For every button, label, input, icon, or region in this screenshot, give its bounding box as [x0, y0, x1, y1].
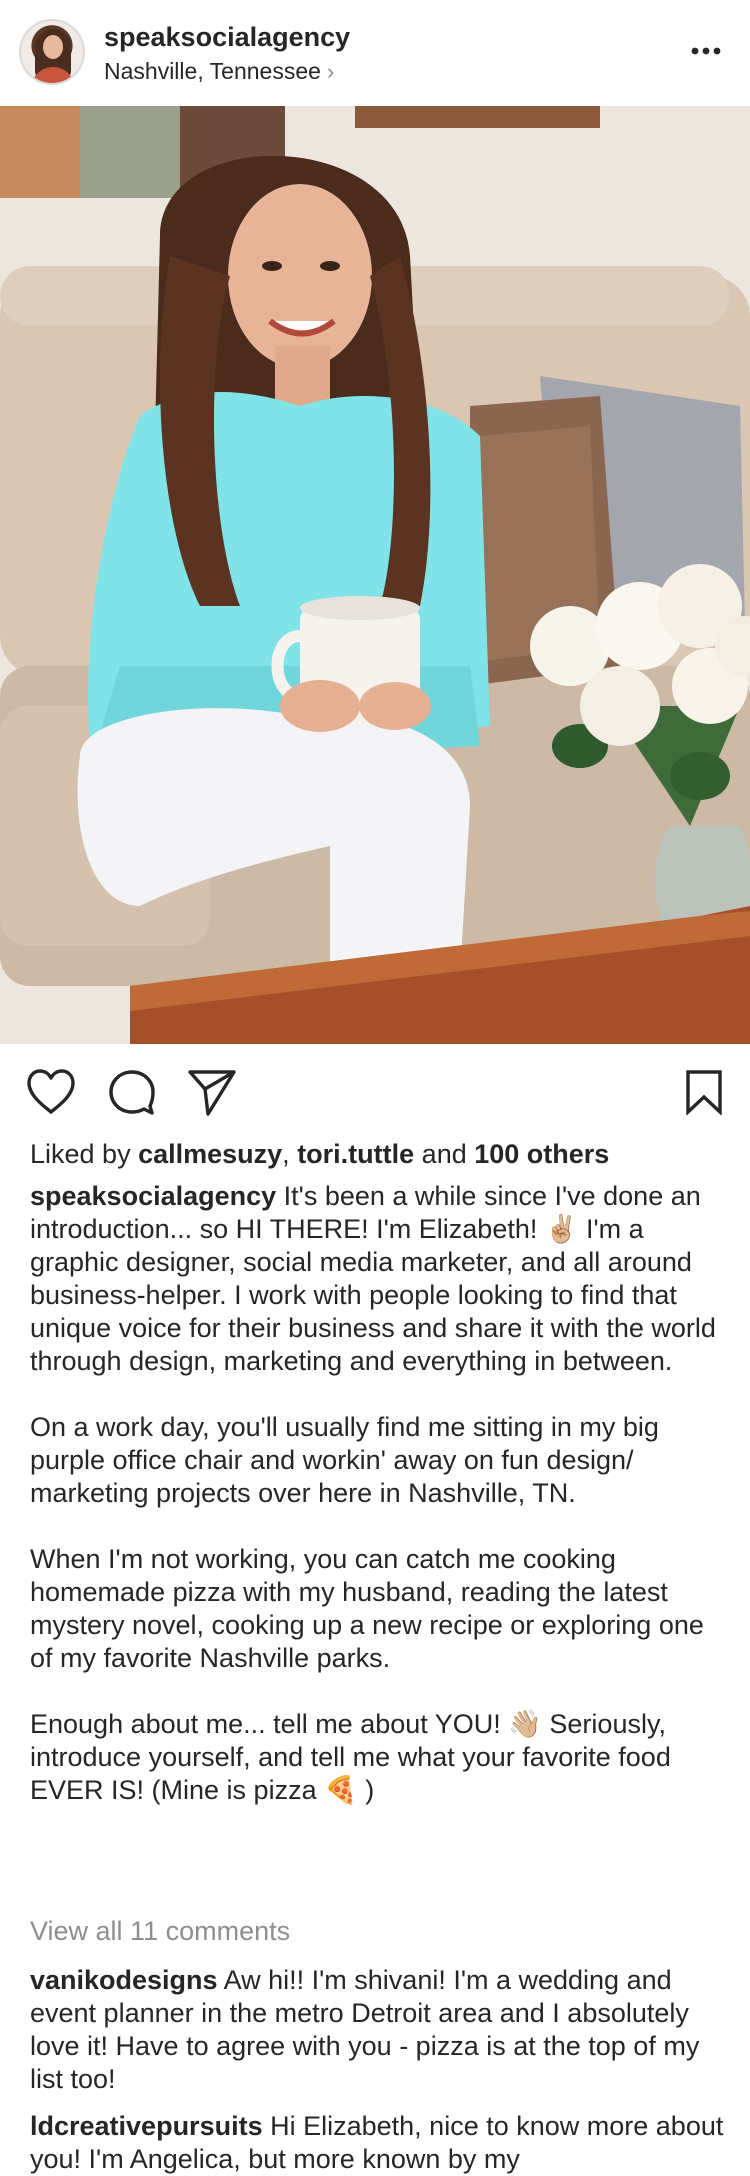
caption-paragraph-4: Enough about me... tell me about YOU! 👋🏼… [30, 1709, 671, 1805]
post-username[interactable]: speaksocialagency [104, 22, 350, 53]
save-button[interactable] [678, 1066, 730, 1118]
share-button[interactable] [186, 1066, 238, 1118]
comment-icon [109, 1070, 155, 1115]
likes-prefix: Liked by [30, 1139, 139, 1169]
location-text[interactable]: Nashville, Tennessee [104, 58, 321, 84]
post-caption: speaksocialagency It's been a while sinc… [30, 1180, 730, 1807]
post-header: speaksocialagency Nashville, Tennessee › [0, 0, 750, 106]
caption-username[interactable]: speaksocialagency [30, 1181, 276, 1211]
comment-button[interactable] [106, 1066, 158, 1118]
bookmark-icon [686, 1070, 722, 1115]
comment-item: ldcreativepursuits Hi Elizabeth, nice to… [30, 2110, 730, 2176]
avatar[interactable] [19, 19, 85, 85]
likes-and: and [414, 1139, 475, 1169]
more-options-button[interactable] [684, 36, 728, 66]
action-bar [0, 1044, 750, 1140]
photo-illustration [0, 106, 750, 1044]
liker-1[interactable]: callmesuzy [138, 1139, 282, 1169]
more-horizontal-icon [691, 47, 721, 55]
comment-username[interactable]: ldcreativepursuits [30, 2111, 263, 2141]
post-location[interactable]: Nashville, Tennessee › [104, 58, 334, 85]
chevron-right-icon: › [326, 59, 335, 84]
avatar-face [43, 35, 63, 59]
send-icon [188, 1070, 236, 1116]
like-button[interactable] [25, 1066, 77, 1118]
caption-paragraph-1: speaksocialagency It's been a while sinc… [30, 1180, 730, 1378]
likes-summary[interactable]: Liked by callmesuzy, tori.tuttle and 100… [30, 1139, 609, 1170]
view-all-comments-link[interactable]: View all 11 comments [30, 1916, 290, 1947]
heart-icon [27, 1069, 75, 1114]
post-photo[interactable] [0, 106, 750, 1044]
comment-item: vanikodesigns Aw hi!! I'm shivani! I'm a… [30, 1964, 730, 2096]
comment-username[interactable]: vanikodesigns [30, 1965, 218, 1995]
caption-paragraph-2: On a work day, you'll usually find me si… [30, 1412, 659, 1508]
liker-2[interactable]: tori.tuttle [297, 1139, 414, 1169]
likes-others[interactable]: 100 others [474, 1139, 609, 1169]
caption-paragraph-3: When I'm not working, you can catch me c… [30, 1544, 704, 1673]
likes-sep: , [282, 1139, 298, 1169]
